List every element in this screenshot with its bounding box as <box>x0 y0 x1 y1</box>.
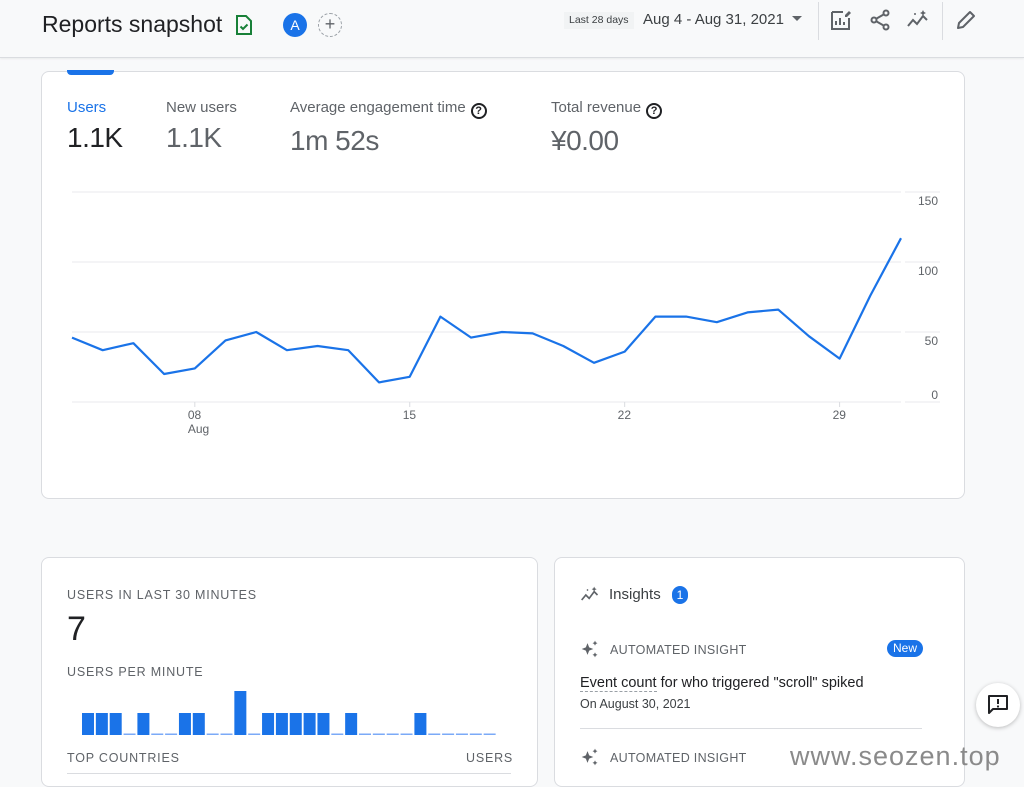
y-tick-label: 100 <box>918 264 938 278</box>
minute-bar[interactable] <box>165 734 177 736</box>
insight-title[interactable]: Event count for who triggered "scroll" s… <box>580 675 864 691</box>
realtime-title: USERS IN LAST 30 MINUTES <box>67 588 257 602</box>
feedback-button[interactable] <box>976 683 1020 727</box>
users-series-line <box>72 238 901 382</box>
minute-bar[interactable] <box>470 734 482 736</box>
y-tick-label: 150 <box>918 194 938 208</box>
minute-bar[interactable] <box>373 734 385 736</box>
minute-bar[interactable] <box>110 713 122 735</box>
x-tick-label: 15 <box>403 408 417 422</box>
users-header: USERS <box>466 751 513 765</box>
insights-title: Insights <box>609 586 661 603</box>
insight-type: AUTOMATED INSIGHT <box>610 751 747 765</box>
insight-divider <box>580 728 922 729</box>
minute-bar[interactable] <box>387 734 399 736</box>
sparkle-icon <box>580 639 600 659</box>
minute-bar[interactable] <box>428 734 440 736</box>
users-per-minute-chart <box>0 680 540 740</box>
minute-bar[interactable] <box>193 713 205 735</box>
x-tick-label: 22 <box>618 408 632 422</box>
minute-bar[interactable] <box>221 734 233 736</box>
minute-bar[interactable] <box>456 734 468 736</box>
minute-bar[interactable] <box>151 734 163 736</box>
insights-icon <box>580 585 600 605</box>
table-divider <box>67 773 511 774</box>
minute-bar[interactable] <box>276 713 288 735</box>
minute-bar[interactable] <box>234 691 246 735</box>
insight-metric-term[interactable]: Event count <box>580 675 657 692</box>
insight-type: AUTOMATED INSIGHT <box>610 643 747 657</box>
minute-bar[interactable] <box>442 734 454 736</box>
minute-bar[interactable] <box>484 734 496 736</box>
minute-bar[interactable] <box>248 734 260 736</box>
minute-bar[interactable] <box>401 734 413 736</box>
users-per-minute-label: USERS PER MINUTE <box>67 665 203 679</box>
feedback-icon <box>976 683 1020 727</box>
insights-count-badge: 1 <box>672 586 688 604</box>
insight-title-rest: for who triggered "scroll" spiked <box>657 675 864 691</box>
users-line-chart: 0 50 100 150 08Aug 15 22 29 <box>0 0 1024 500</box>
minute-bar[interactable] <box>331 734 343 736</box>
watermark: www.seozen.top <box>790 741 1001 772</box>
y-tick-label: 0 <box>931 388 938 402</box>
top-countries-header: TOP COUNTRIES <box>67 751 180 765</box>
minute-bar[interactable] <box>414 713 426 735</box>
minute-bar[interactable] <box>207 734 219 736</box>
minute-bar[interactable] <box>124 734 136 736</box>
minute-bar[interactable] <box>262 713 274 735</box>
minute-bar[interactable] <box>359 734 371 736</box>
minute-bar[interactable] <box>304 713 316 735</box>
x-tick-label: 29 <box>833 408 847 422</box>
minute-bar[interactable] <box>317 713 329 735</box>
x-tick-sublabel: Aug <box>188 422 209 436</box>
minute-bar[interactable] <box>82 713 94 735</box>
y-tick-label: 50 <box>925 334 939 348</box>
minute-bar[interactable] <box>345 713 357 735</box>
minute-bar[interactable] <box>96 713 108 735</box>
new-badge: New <box>887 640 923 657</box>
x-tick-label: 08 <box>188 408 202 422</box>
insight-date: On August 30, 2021 <box>580 697 691 711</box>
realtime-value: 7 <box>67 610 86 649</box>
minute-bar[interactable] <box>179 713 191 735</box>
minute-bar[interactable] <box>137 713 149 735</box>
minute-bar[interactable] <box>290 713 302 735</box>
sparkle-icon <box>580 747 600 767</box>
